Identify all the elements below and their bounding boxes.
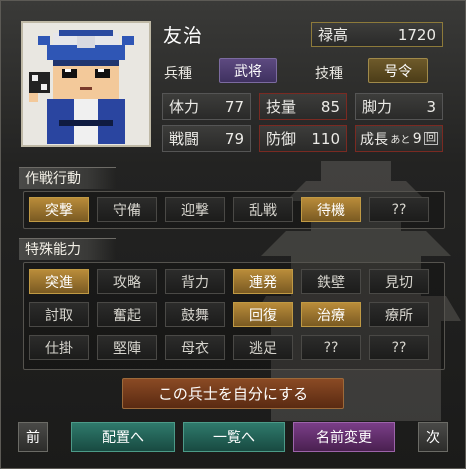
ability-button[interactable]: 堅陣 <box>97 335 157 360</box>
ability-button[interactable]: 背力 <box>165 269 225 294</box>
ability-button[interactable]: 鉄壁 <box>301 269 361 294</box>
growth-unit: 回 <box>424 132 438 145</box>
tactic-button[interactable]: 迎撃 <box>165 197 225 222</box>
prev-button[interactable]: 前 <box>18 422 48 452</box>
ability-button[interactable]: 療所 <box>369 302 429 327</box>
ability-button[interactable]: 鼓舞 <box>165 302 225 327</box>
ability-button[interactable]: 討取 <box>29 302 89 327</box>
next-button[interactable]: 次 <box>418 422 448 452</box>
tactics-buttons: 突撃 守備 迎撃 乱戦 待機?? <box>29 197 439 223</box>
tactic-button[interactable]: 乱戦 <box>233 197 293 222</box>
abilities-buttons: 突進 攻略 背力 連発 鉄壁 見切討取 奮起 鼓舞 回復 治療 療所仕掛 堅陣 母衣 逃足???? <box>29 269 439 365</box>
ability-button[interactable]: 母衣 <box>165 335 225 360</box>
troop-type-label: 兵種 <box>164 66 192 82</box>
stat-defense-value: 110 <box>311 129 340 148</box>
stat-skill-label: 技量 <box>266 98 297 116</box>
troop-type-value: 武将 <box>219 58 277 83</box>
list-button[interactable]: 一覧へ <box>183 422 285 452</box>
tactic-button[interactable]: ?? <box>369 197 429 222</box>
ability-button[interactable]: 見切 <box>369 269 429 294</box>
ability-button[interactable]: 仕掛 <box>29 335 89 360</box>
growth-prefix: 成長 <box>360 131 388 148</box>
stat-hp: 体力 77 <box>162 93 251 120</box>
salary-value: 1720 <box>397 25 436 44</box>
ability-button[interactable]: 逃足 <box>233 335 293 360</box>
stat-skill-value: 85 <box>320 97 340 116</box>
officer-name: 友治 <box>163 25 204 47</box>
growth-mid: あと <box>390 135 411 146</box>
officer-status-panel: 友治 禄高 1720 兵種 武将 技種 号令 体力 77 技量 85 脚力 3 … <box>0 0 466 469</box>
officer-portrait <box>21 21 151 147</box>
ability-button[interactable]: 攻略 <box>97 269 157 294</box>
stat-hp-value: 77 <box>224 97 244 116</box>
ability-button[interactable]: 突進 <box>29 269 89 294</box>
stat-speed: 脚力 3 <box>355 93 443 120</box>
ability-button[interactable]: 回復 <box>233 302 293 327</box>
stat-attack: 戦闘 79 <box>162 125 251 152</box>
ability-button[interactable]: 連発 <box>233 269 293 294</box>
growth-box: 成長 あと 9 回 <box>355 125 443 152</box>
salary-box: 禄高 1720 <box>311 22 443 47</box>
skill-type-label: 技種 <box>315 66 343 82</box>
ability-button[interactable]: 治療 <box>301 302 361 327</box>
skill-type-value: 号令 <box>368 58 428 83</box>
make-own-soldier-button[interactable]: この兵士を自分にする <box>122 378 344 409</box>
stat-attack-value: 79 <box>224 129 244 148</box>
stat-defense-label: 防御 <box>266 130 297 148</box>
stat-defense: 防御 110 <box>259 125 347 152</box>
stat-speed-label: 脚力 <box>362 98 393 116</box>
growth-value: 9 <box>412 130 422 147</box>
stat-speed-value: 3 <box>426 97 436 116</box>
stat-hp-label: 体力 <box>169 98 200 116</box>
stat-skill: 技量 85 <box>259 93 347 120</box>
salary-label: 禄高 <box>318 26 349 44</box>
ability-button[interactable]: ?? <box>369 335 429 360</box>
abilities-title: 特殊能力 <box>19 238 116 260</box>
tactic-button[interactable]: 突撃 <box>29 197 89 222</box>
tactics-title: 作戦行動 <box>19 167 116 189</box>
rename-button[interactable]: 名前変更 <box>293 422 395 452</box>
ability-button[interactable]: 奮起 <box>97 302 157 327</box>
deploy-button[interactable]: 配置へ <box>71 422 175 452</box>
tactic-button[interactable]: 待機 <box>301 197 361 222</box>
ability-button[interactable]: ?? <box>301 335 361 360</box>
stat-attack-label: 戦闘 <box>169 130 200 148</box>
tactic-button[interactable]: 守備 <box>97 197 157 222</box>
